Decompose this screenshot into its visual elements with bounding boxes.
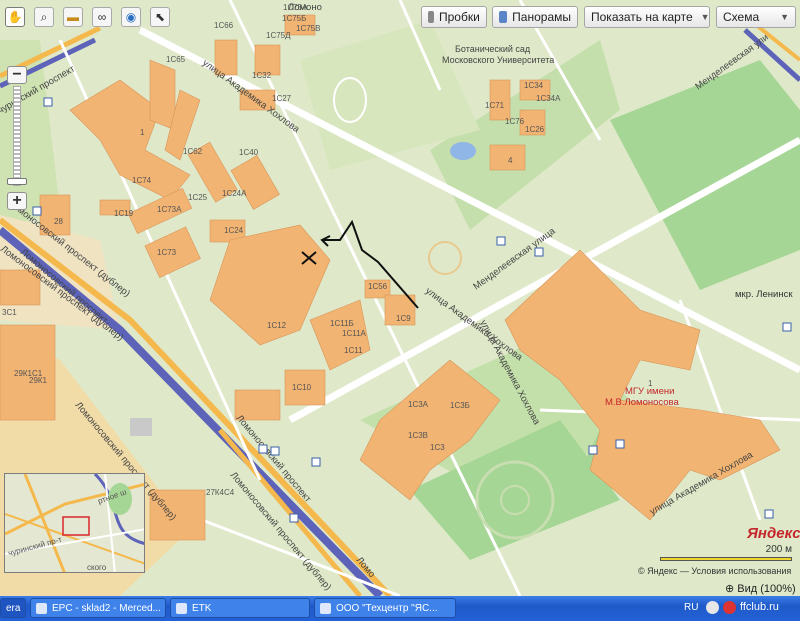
building-label: 1С75Д [266,31,291,40]
traffic-button-label: Пробки [439,10,480,24]
app-icon [36,602,47,614]
cursor-tool-button[interactable]: ⬉ [150,7,170,27]
building-label: 1С74 [132,176,152,185]
language-indicator[interactable]: RU [684,602,698,613]
building-label: 1С3А [408,400,429,409]
building-label: 1С24А [222,189,247,198]
copyright-text[interactable]: © Яндекс — Условия использования [638,566,791,576]
building-label: 1С26 [525,125,545,134]
zoom-status-icon: ⊕ [725,583,738,595]
building-label: 3С1 [2,308,17,317]
magnifier-icon: ⌕ [40,9,48,24]
building-label: 4 [508,156,513,165]
zoom-out-button[interactable]: − [7,66,27,84]
zoom-status-label: Вид (100%) [737,583,796,595]
scale-text: 200 м [765,544,792,555]
panorama-icon [499,11,508,23]
ruler-icon: ▬ [67,10,79,24]
building-label: 1С12 [267,321,287,330]
zoom-in-button[interactable]: + [7,192,27,210]
building-label: 1С27 [272,94,292,103]
taskbar-item-label: EPC - sklad2 - Merced... [52,602,161,614]
zoom-control[interactable]: − + [7,66,27,216]
building-label: 1С73А [157,205,182,214]
building-label: 1С75В [296,24,320,33]
hand-icon: ✋ [7,10,23,24]
building-label: 29К1 [29,376,48,385]
building-label: 27К4С4 [206,488,235,497]
taskbar-item[interactable]: ООО "Техцентр "ЯС... [314,598,456,618]
show-on-map-label: Показать на карте [591,10,693,24]
building-label: 1С76 [505,117,525,126]
zoom-track[interactable] [13,86,21,186]
building-label: 1С11Б [330,319,354,328]
taskbar-item-label: era [6,602,21,614]
watermark: ffclub.ru [740,601,779,613]
building-label: 1С66 [214,21,234,30]
building-label: 1С3 [430,443,445,452]
minimap-label: ского [87,563,107,572]
yandex-logo: Яндекс [747,525,800,542]
building-label: 1С34А [536,94,561,103]
map-type-label: Схема [723,10,760,24]
hand-tool-button[interactable]: ✋ [5,7,25,27]
magnifier-tool-button[interactable]: ⌕ [34,7,54,27]
building-label: 1С75Б [282,14,306,23]
route-icon: ∞ [97,10,107,24]
taskbar: era EPC - sklad2 - Merced... ETK ООО "Те… [0,596,800,621]
building-label: 1С56 [368,282,388,291]
panorama-button[interactable]: Панорамы [492,6,578,28]
taskbar-item-label: ООО "Техцентр "ЯС... [336,602,438,614]
building-label: 1С24 [224,226,244,235]
building-label: 1С19 [114,209,134,218]
building-label: 1С34 [524,81,544,90]
building-label: 1 [140,128,145,137]
traffic-button[interactable]: Пробки [421,6,487,28]
cursor-icon: ⬉ [154,10,166,24]
taskbar-item[interactable]: ETK [170,598,310,618]
street-label: мкр. Ленинск [735,289,793,300]
traffic-light-icon [428,11,434,23]
building-label: 1С11А [342,329,367,338]
camera-tool-button[interactable]: ◉ [121,7,141,27]
building-label: 1С10 [292,383,312,392]
building-label: 1С71 [485,101,505,110]
panorama-button-label: Панорамы [512,10,571,24]
zoom-slider-handle[interactable] [7,178,27,185]
building-label: 1С65 [166,55,186,64]
taskbar-item-label: ETK [192,602,212,614]
zoom-status: ⊕ Вид (100%) [725,582,796,595]
app-icon [176,602,187,614]
chevron-down-icon: ▼ [700,12,710,22]
building-label: 1С40 [239,148,259,157]
route-tool-button[interactable]: ∞ [92,7,112,27]
building-label: 1С3В [408,431,428,440]
building-label: 1С9 [396,314,411,323]
app-icon [320,602,331,614]
building-label: 28 [54,217,63,226]
building-label: 1С11 [344,346,363,355]
building-label: 1С73 [157,248,177,257]
taskbar-item[interactable]: era [0,598,26,618]
chevron-down-icon: ▼ [780,12,789,22]
overview-minimap[interactable]: ртное ш чуринский пр-т ского [4,473,145,573]
tray-icon[interactable] [723,601,736,614]
show-on-map-dropdown[interactable]: Показать на карте ▼ [584,6,710,28]
map-type-dropdown[interactable]: Схема ▼ [716,6,796,28]
building-label: 1 [648,379,653,388]
botanic-garden-line2: Московского Университета [442,55,554,65]
taskbar-item[interactable]: EPC - sklad2 - Merced... [30,598,166,618]
building-label: 1С62 [183,147,203,156]
camera-icon: ◉ [125,10,137,24]
tray-icon[interactable] [706,601,719,614]
ruler-tool-button[interactable]: ▬ [63,7,83,27]
building-label: 1С3Б [450,401,470,410]
building-label: 1С25 [188,193,208,202]
botanic-garden-line1: Ботанический сад [455,44,531,54]
building-label: 1С32 [252,71,272,80]
scale-bar: 200 м [660,544,796,566]
building-label: 1С75А [283,3,308,12]
